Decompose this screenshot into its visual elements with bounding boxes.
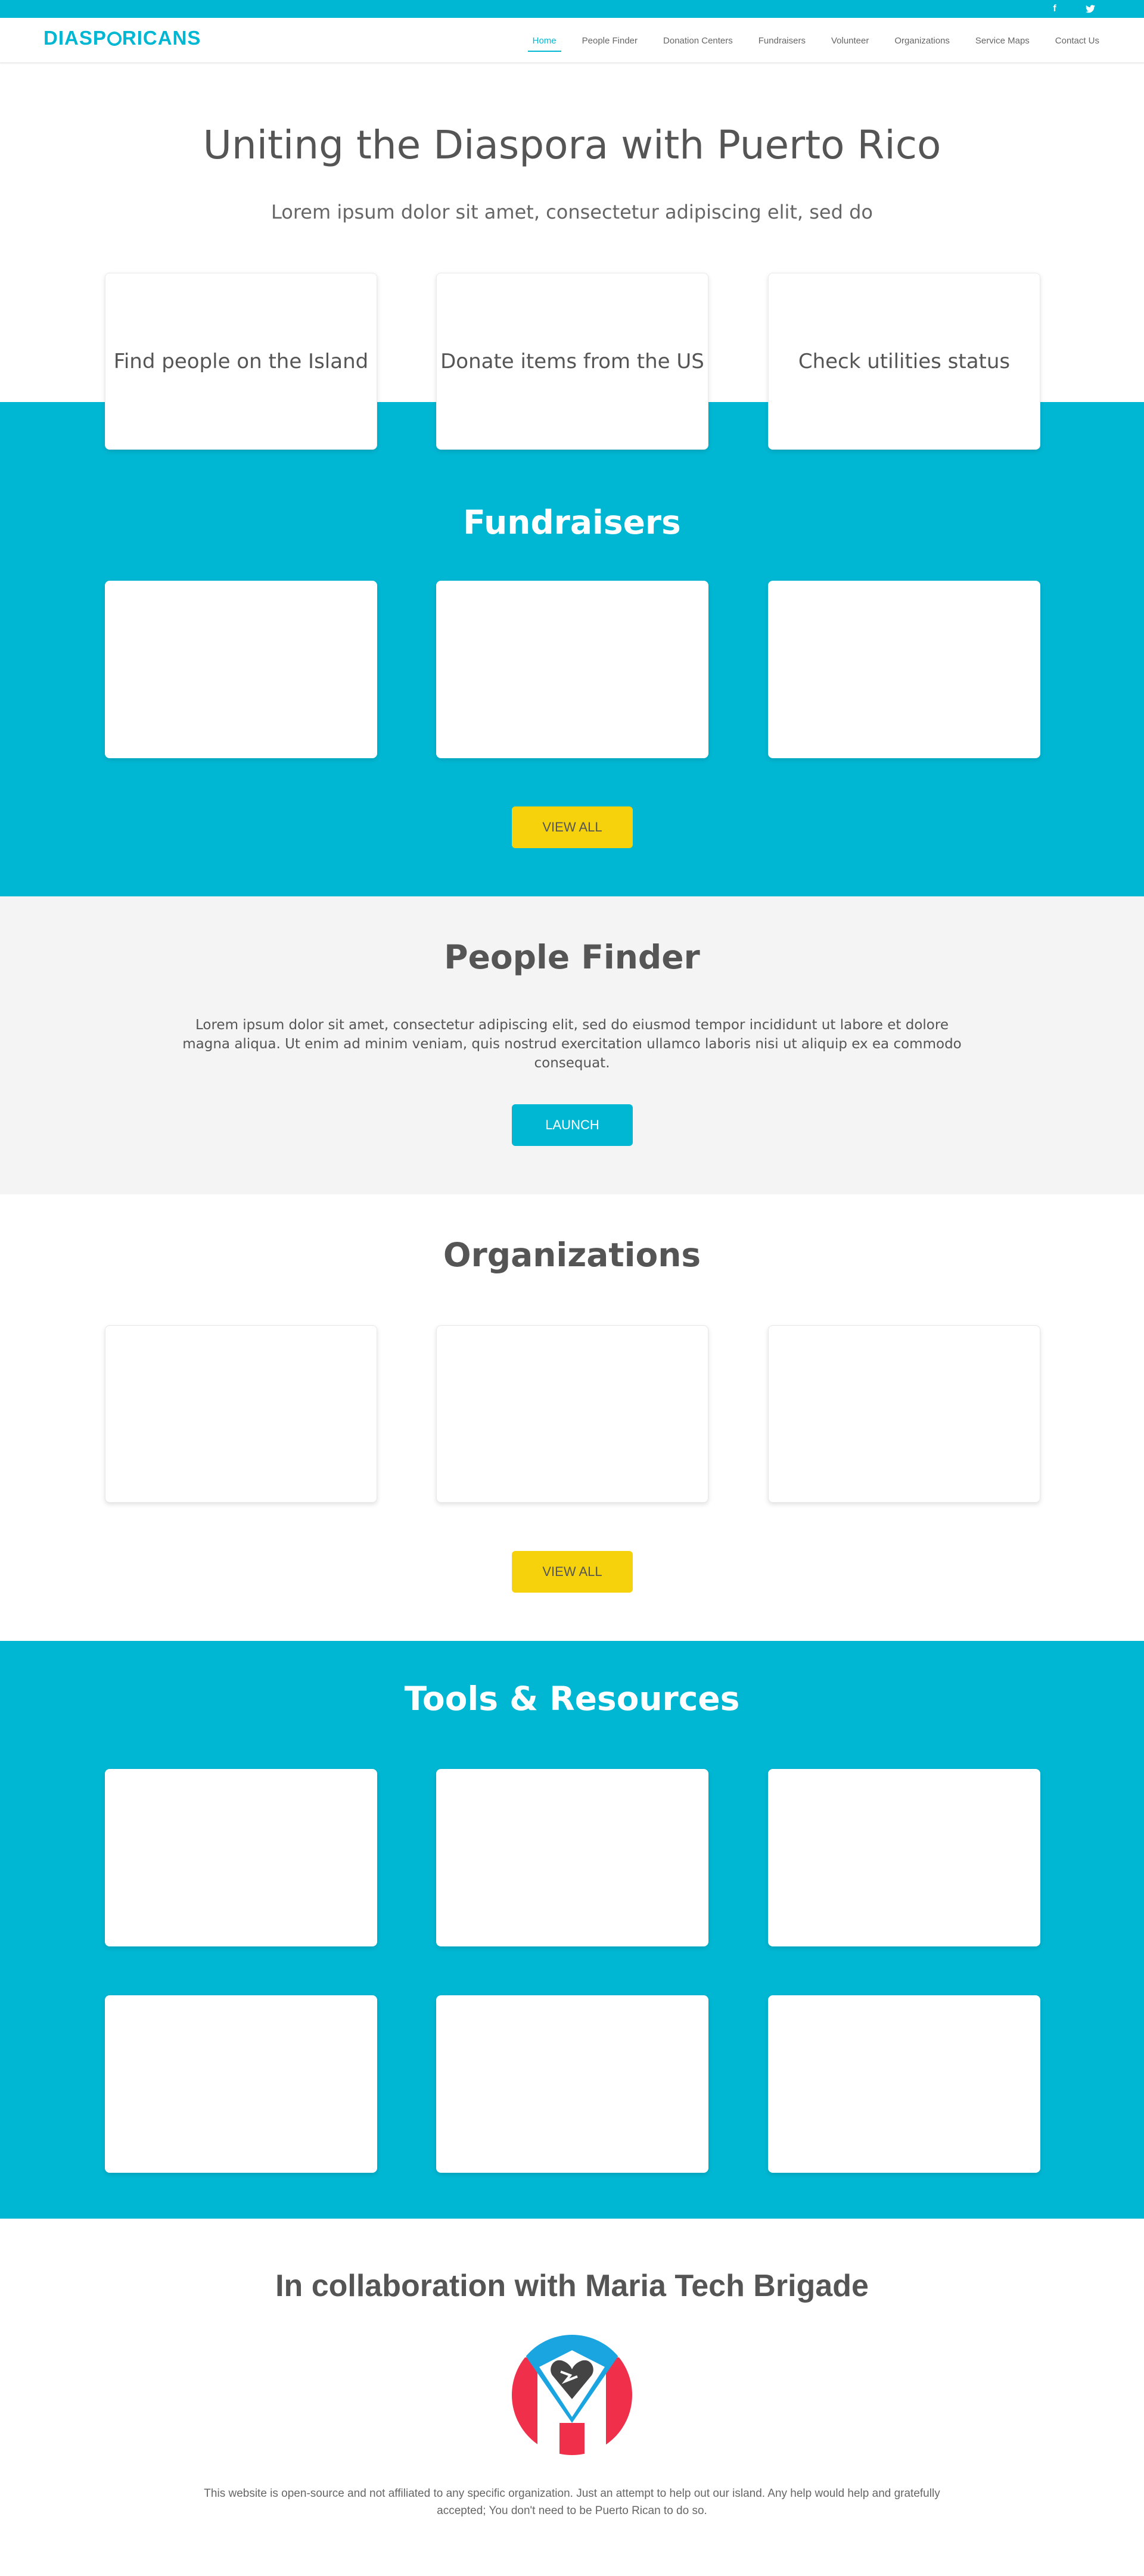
feature-card-label: Donate items from the US [440,349,704,373]
tool-card[interactable] [436,1769,708,1946]
maria-tech-brigade-logo-icon [511,2334,633,2456]
feature-card-label: Find people on the Island [113,349,369,373]
nav-item-people-finder[interactable]: People Finder [582,32,638,49]
fundraiser-card[interactable] [768,581,1040,758]
logo-text-start: DIASP [43,27,107,49]
site-logo[interactable]: DIASP RICANS [43,26,201,50]
twitter-icon[interactable] [1081,0,1099,18]
organization-card[interactable] [436,1325,708,1503]
tools-title: Tools & Resources [404,1680,740,1718]
collaboration-title: In collaboration with Maria Tech Brigade [275,2269,869,2303]
people-finder-launch-button[interactable]: LAUNCH [512,1104,633,1146]
feature-card-find-people[interactable]: Find people on the Island [105,273,377,450]
tool-card[interactable] [768,1769,1040,1946]
organization-card[interactable] [768,1325,1040,1503]
people-finder-description: Lorem ipsum dolor sit amet, consectetur … [182,1017,962,1071]
logo-text-end: RICANS [122,27,201,49]
navbar: DIASP RICANS Home People Finder Donation… [0,18,1144,63]
tool-card[interactable] [768,1995,1040,2173]
organizations-view-all-button[interactable]: VIEW ALL [512,1551,633,1593]
feature-card-utilities[interactable]: Check utilities status [768,273,1040,450]
top-bar: f [0,0,1144,18]
fundraiser-card[interactable] [105,581,377,758]
fundraiser-card[interactable] [436,581,708,758]
nav-item-donation-centers[interactable]: Donation Centers [663,32,733,49]
tool-card[interactable] [105,1995,377,2173]
nav-item-contact-us[interactable]: Contact Us [1055,32,1099,49]
feature-card-label: Check utilities status [798,349,1011,373]
nav-item-home[interactable]: Home [527,32,561,52]
nav-item-service-maps[interactable]: Service Maps [975,32,1030,49]
hero-subtitle: Lorem ipsum dolor sit amet, consectetur … [271,201,873,223]
fundraisers-view-all-button[interactable]: VIEW ALL [512,806,633,848]
fundraisers-title: Fundraisers [463,503,681,541]
nav-item-organizations[interactable]: Organizations [894,32,950,49]
organizations-title: Organizations [443,1236,701,1274]
tool-card[interactable] [436,1995,708,2173]
hero-title: Uniting the Diaspora with Puerto Rico [203,122,941,168]
nav-menu: Home People Finder Donation Centers Fund… [507,18,1099,63]
footer-disclaimer: This website is open-source and not affi… [204,2487,940,2517]
feature-card-donate[interactable]: Donate items from the US [436,273,708,450]
logo-heart-icon [107,32,122,46]
tool-card[interactable] [105,1769,377,1946]
facebook-icon[interactable]: f [1046,0,1064,18]
nav-item-volunteer[interactable]: Volunteer [831,32,869,49]
organization-card[interactable] [105,1325,377,1503]
nav-item-fundraisers[interactable]: Fundraisers [758,32,806,49]
people-finder-title: People Finder [444,938,700,976]
